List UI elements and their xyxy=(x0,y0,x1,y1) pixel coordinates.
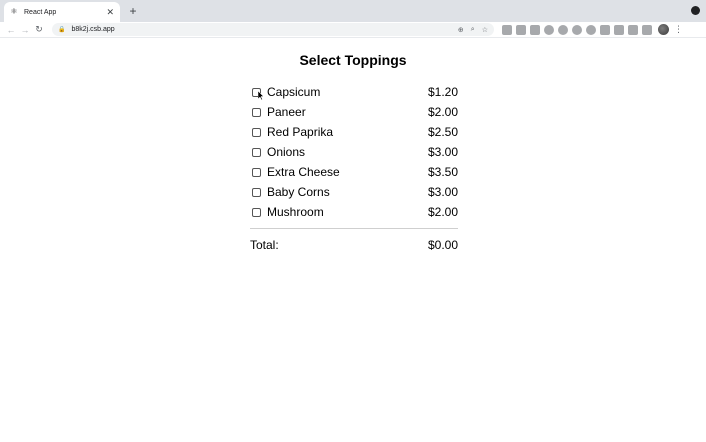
page-content: Select Toppings Capsicum $1.20 Paneer $2… xyxy=(0,38,706,442)
page-title: Select Toppings xyxy=(299,52,407,68)
topping-name: Capsicum xyxy=(267,85,321,99)
extra-cheese-checkbox[interactable] xyxy=(252,167,261,177)
red-paprika-checkbox[interactable] xyxy=(252,127,261,137)
topping-row-onions: Onions $3.00 xyxy=(250,142,458,162)
topping-name: Paneer xyxy=(267,105,306,119)
topping-price: $2.50 xyxy=(427,125,458,139)
reading-list-icon[interactable] xyxy=(642,24,652,35)
puzzle-extensions-icon[interactable] xyxy=(628,24,638,35)
tab-search-icon[interactable] xyxy=(691,6,700,15)
onions-checkbox[interactable] xyxy=(252,147,261,157)
back-button[interactable]: ← xyxy=(4,23,18,37)
topping-row-paneer: Paneer $2.00 xyxy=(250,102,458,122)
total-value: $0.00 xyxy=(427,238,458,252)
topping-row-red-paprika: Red Paprika $2.50 xyxy=(250,122,458,142)
lock-icon[interactable]: 🔒 xyxy=(58,26,65,33)
mushroom-checkbox[interactable] xyxy=(252,207,261,217)
mouse-cursor-icon xyxy=(258,91,264,100)
topping-row-baby-corns: Baby Corns $3.00 xyxy=(250,182,458,202)
address-bar[interactable]: 🔒 b8k2j.csb.app ⊕ ⌕ ☆ xyxy=(52,23,494,36)
extension-icon[interactable] xyxy=(614,24,624,35)
url-text: b8k2j.csb.app xyxy=(71,26,115,33)
extensions-bar: ⋮ xyxy=(498,24,683,35)
extension-icon[interactable] xyxy=(558,24,568,35)
topping-price: $3.50 xyxy=(427,165,458,179)
baby-corns-checkbox[interactable] xyxy=(252,187,261,197)
browser-toolbar: ← → ↻ 🔒 b8k2j.csb.app ⊕ ⌕ ☆ ⋮ xyxy=(0,22,706,38)
paneer-checkbox[interactable] xyxy=(252,107,261,117)
topping-price: $2.00 xyxy=(427,105,458,119)
topping-price: $3.00 xyxy=(427,185,458,199)
topping-row-mushroom: Mushroom $2.00 xyxy=(250,202,458,222)
forward-button[interactable]: → xyxy=(18,23,32,37)
extension-icon[interactable] xyxy=(600,24,610,35)
reload-button[interactable]: ↻ xyxy=(32,23,46,37)
divider xyxy=(250,228,458,229)
topping-name: Mushroom xyxy=(267,205,324,219)
total-row: Total: $0.00 xyxy=(250,238,458,252)
extension-icon[interactable] xyxy=(502,24,512,35)
browser-tab-strip: ⚛ React App ✕ + xyxy=(0,0,706,22)
extension-icon[interactable] xyxy=(516,24,526,35)
topping-row-extra-cheese: Extra Cheese $3.50 xyxy=(250,162,458,182)
extension-icon[interactable] xyxy=(586,24,596,35)
topping-list: Capsicum $1.20 Paneer $2.00 Red Paprika … xyxy=(250,82,458,222)
topping-price: $3.00 xyxy=(427,145,458,159)
total-label: Total: xyxy=(250,238,279,252)
topping-name: Onions xyxy=(267,145,306,159)
topping-price: $2.00 xyxy=(427,205,458,219)
topping-price: $1.20 xyxy=(427,85,458,99)
close-tab-icon[interactable]: ✕ xyxy=(106,7,114,18)
tab-title: React App xyxy=(24,8,57,16)
topping-name: Extra Cheese xyxy=(267,165,340,179)
extension-icon[interactable] xyxy=(572,24,582,35)
bookmark-star-icon[interactable]: ☆ xyxy=(482,26,488,34)
topping-row-capsicum: Capsicum $1.20 xyxy=(250,82,458,102)
zoom-icon[interactable]: ⌕ xyxy=(471,26,475,34)
profile-avatar[interactable] xyxy=(658,24,669,35)
extension-icon[interactable] xyxy=(530,24,540,35)
topping-name: Baby Corns xyxy=(267,185,330,199)
new-tab-button[interactable]: + xyxy=(127,4,139,18)
react-logo-icon: ⚛ xyxy=(10,7,18,16)
topping-name: Red Paprika xyxy=(267,125,334,139)
browser-tab[interactable]: ⚛ React App ✕ xyxy=(4,2,120,22)
browser-menu-icon[interactable]: ⋮ xyxy=(674,24,683,35)
extension-icon[interactable] xyxy=(544,24,554,35)
install-app-icon[interactable]: ⊕ xyxy=(458,26,464,34)
